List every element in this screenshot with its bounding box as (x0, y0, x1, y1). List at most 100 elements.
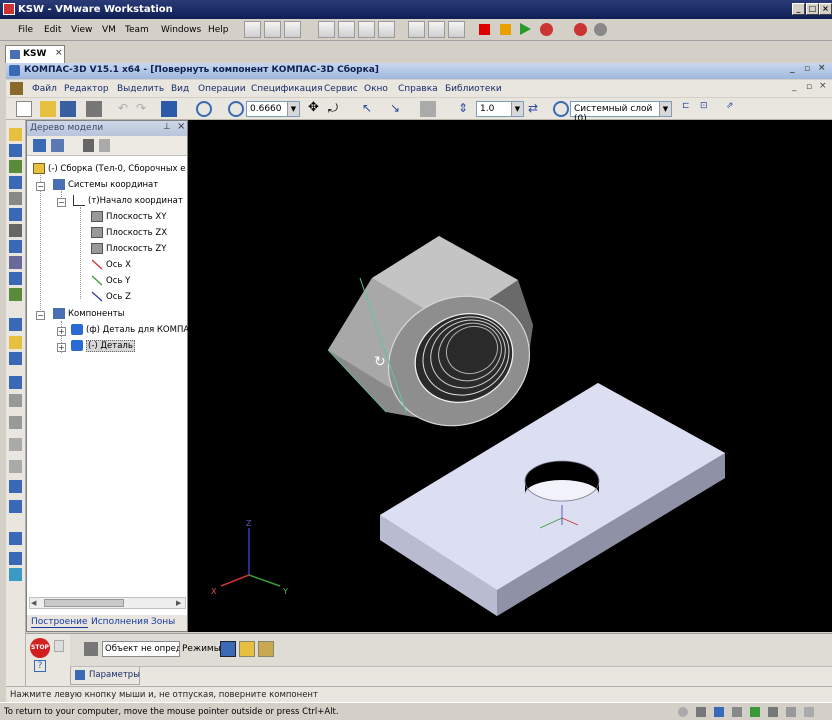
snap-icon[interactable]: ⇄ (528, 101, 544, 117)
tree-axis-x[interactable]: Ось X (91, 259, 131, 270)
print-icon[interactable] (86, 101, 102, 117)
device-icon-8[interactable] (804, 707, 814, 717)
expand-toggle[interactable]: + (57, 343, 66, 352)
step-icon[interactable]: ⇕ (458, 101, 474, 117)
step-combo[interactable]: 1.0 ▼ (476, 101, 524, 117)
full-screen-icon[interactable] (338, 21, 355, 38)
tree-axis-y[interactable]: Ось Y (91, 275, 130, 286)
tool-icon-14[interactable] (9, 352, 22, 365)
tree-axis-z[interactable]: Ось Z (91, 291, 131, 302)
kompas-minimize-button[interactable]: _ (790, 64, 795, 74)
kmenu-editor[interactable]: Редактор (64, 84, 109, 94)
horizontal-scrollbar[interactable]: ◀ ▶ (29, 597, 186, 609)
unity-icon[interactable] (358, 21, 375, 38)
scroll-left-icon[interactable]: ◀ (31, 599, 36, 607)
object-field[interactable]: Объект не опреде (102, 641, 180, 657)
device-icon-1[interactable] (678, 707, 688, 717)
chevron-down-icon[interactable]: ▼ (511, 102, 523, 116)
tool-icon-23[interactable] (9, 552, 22, 565)
tool-icon-3[interactable] (9, 160, 22, 173)
revert-snapshot-icon[interactable] (264, 21, 281, 38)
tool-icon-1[interactable] (9, 128, 22, 141)
stop-button[interactable]: STOP (30, 638, 50, 658)
library-icon[interactable]: ⇗ (726, 101, 742, 117)
menu-view[interactable]: View (71, 25, 92, 35)
mode-button-3[interactable] (258, 641, 274, 657)
menu-team[interactable]: Team (125, 25, 149, 35)
tool-icon-2[interactable] (9, 144, 22, 157)
menu-windows[interactable]: Windows (161, 25, 201, 35)
doc-restore-button[interactable]: ▫ (806, 82, 812, 92)
power-off-icon[interactable] (479, 24, 490, 35)
summary-icon[interactable] (408, 21, 425, 38)
tab-params[interactable]: Параметры (70, 667, 140, 685)
tree-coord-systems[interactable]: Системы координат (53, 179, 158, 190)
zoom-all-icon[interactable] (196, 101, 212, 117)
console-icon[interactable] (378, 21, 395, 38)
kompas-restore-button[interactable]: ▫ (804, 64, 810, 74)
tool-icon-11[interactable] (9, 288, 22, 301)
tool-icon-17[interactable] (9, 416, 22, 429)
display-mode-icon[interactable] (420, 101, 436, 117)
3d-viewport[interactable]: ↻ Z X Y (188, 120, 832, 632)
doc-minimize-button[interactable]: _ (792, 82, 797, 92)
replay-icon[interactable] (594, 23, 607, 36)
attributes-icon[interactable]: ⊡ (700, 101, 716, 117)
tab-zones[interactable]: Зоны (151, 617, 175, 627)
tab-construction[interactable]: Построение (31, 617, 88, 628)
pan-icon[interactable]: ✥ (308, 101, 324, 117)
expand-toggle[interactable]: + (57, 327, 66, 336)
device-icon-4[interactable] (732, 707, 742, 717)
redo-icon[interactable]: ↷ (136, 101, 152, 117)
tool-icon-18[interactable] (9, 438, 22, 451)
kmenu-specification[interactable]: Спецификация (251, 84, 323, 94)
maximize-button[interactable]: □ (806, 3, 819, 15)
suspend-icon[interactable] (500, 24, 511, 35)
scroll-thumb[interactable] (44, 599, 124, 607)
tool-icon-19[interactable] (9, 460, 22, 473)
snapshot-icon[interactable] (244, 21, 261, 38)
tree-view-icon[interactable] (33, 139, 46, 152)
help-icon[interactable]: ? (34, 660, 46, 672)
kmenu-view[interactable]: Вид (171, 84, 189, 94)
tool-icon-24[interactable] (9, 568, 22, 581)
menu-file[interactable]: File (18, 25, 33, 35)
zoom-icon[interactable] (228, 101, 244, 117)
tool-icon-6[interactable] (9, 208, 22, 221)
select-icon[interactable]: ↖ (362, 101, 378, 117)
kompas-close-button[interactable]: × (818, 63, 826, 73)
tool-icon-22[interactable] (9, 532, 22, 545)
layers-icon[interactable] (553, 101, 569, 117)
tool-icon-10[interactable] (9, 272, 22, 285)
close-icon[interactable]: × (177, 121, 185, 132)
tree-plane-xy[interactable]: Плоскость XY (91, 211, 166, 222)
kmenu-file[interactable]: Файл (32, 84, 57, 94)
tree-sort-icon[interactable] (99, 139, 110, 152)
nut-part[interactable]: ↻ (327, 236, 551, 449)
manager-icon[interactable] (161, 101, 177, 117)
chevron-down-icon[interactable]: ▼ (659, 102, 671, 116)
menu-help[interactable]: Help (208, 25, 229, 35)
doc-close-button[interactable]: × (819, 81, 827, 91)
tree-root[interactable]: (-) Сборка (Тел-0, Сборочных е (33, 163, 186, 174)
tree-comp1[interactable]: (ф) Деталь для КОМПА (71, 324, 189, 335)
tree-comp2[interactable]: (-) Деталь (71, 340, 135, 352)
tool-icon-21[interactable] (9, 500, 22, 513)
tool-icon-16[interactable] (9, 394, 22, 407)
close-button[interactable]: × (819, 3, 832, 15)
kmenu-libraries[interactable]: Библиотеки (445, 84, 502, 94)
kmenu-window[interactable]: Окно (364, 84, 388, 94)
tool-icon-15[interactable] (9, 376, 22, 389)
tool-icon-12[interactable] (9, 318, 22, 331)
menu-vm[interactable]: VM (102, 25, 116, 35)
new-icon[interactable] (16, 101, 32, 117)
power-on-icon[interactable] (520, 23, 531, 35)
collapse-toggle[interactable]: − (36, 182, 45, 191)
device-icon-5[interactable] (750, 707, 760, 717)
kmenu-select[interactable]: Выделить (117, 84, 164, 94)
save-icon[interactable] (60, 101, 76, 117)
minimize-button[interactable]: _ (792, 3, 805, 15)
tree-plane-zy[interactable]: Плоскость ZY (91, 243, 166, 254)
zoom-combo[interactable]: 0.6660 ▼ (246, 101, 300, 117)
kmenu-service[interactable]: Сервис (324, 84, 358, 94)
